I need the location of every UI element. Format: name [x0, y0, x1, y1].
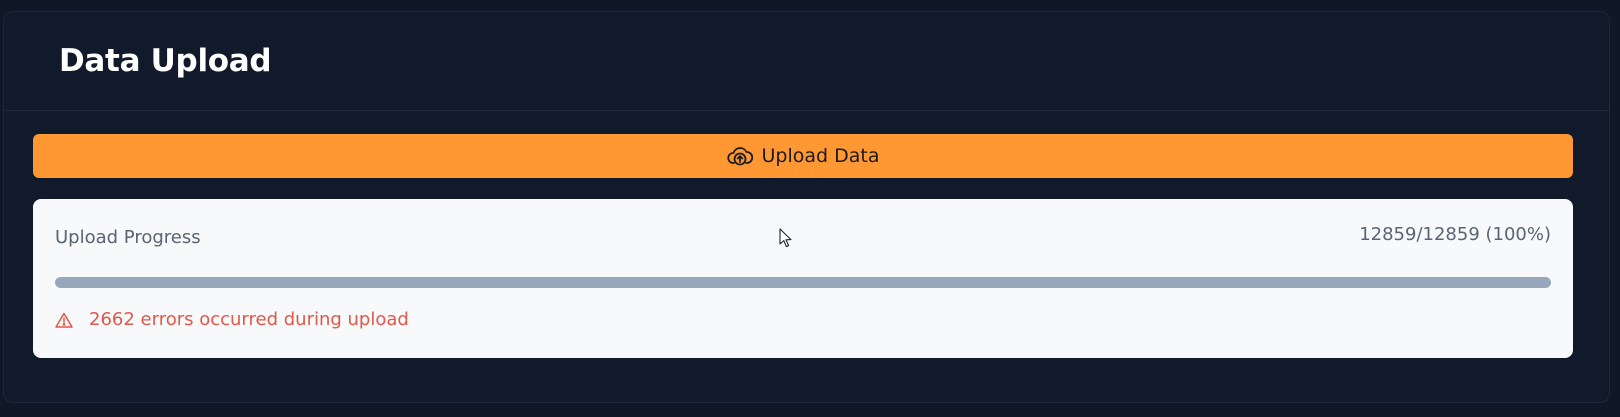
mouse-pointer-icon	[779, 228, 793, 253]
progress-label: Upload Progress	[55, 227, 201, 248]
upload-data-button[interactable]: Upload Data	[33, 134, 1573, 178]
upload-data-label: Upload Data	[761, 145, 880, 167]
progress-count: 12859/12859 (100%)	[1359, 224, 1551, 245]
error-message-row: 2662 errors occurred during upload	[55, 309, 409, 330]
warning-triangle-icon	[55, 312, 73, 328]
page-title: Data Upload	[59, 43, 272, 79]
progress-bar	[55, 277, 1551, 288]
error-message: 2662 errors occurred during upload	[89, 309, 409, 330]
cloud-upload-icon	[726, 145, 753, 167]
upload-progress-panel: Upload Progress 12859/12859 (100%) 2662 …	[33, 199, 1573, 358]
card-header: Data Upload	[4, 12, 1609, 111]
progress-bar-fill	[55, 277, 1551, 288]
